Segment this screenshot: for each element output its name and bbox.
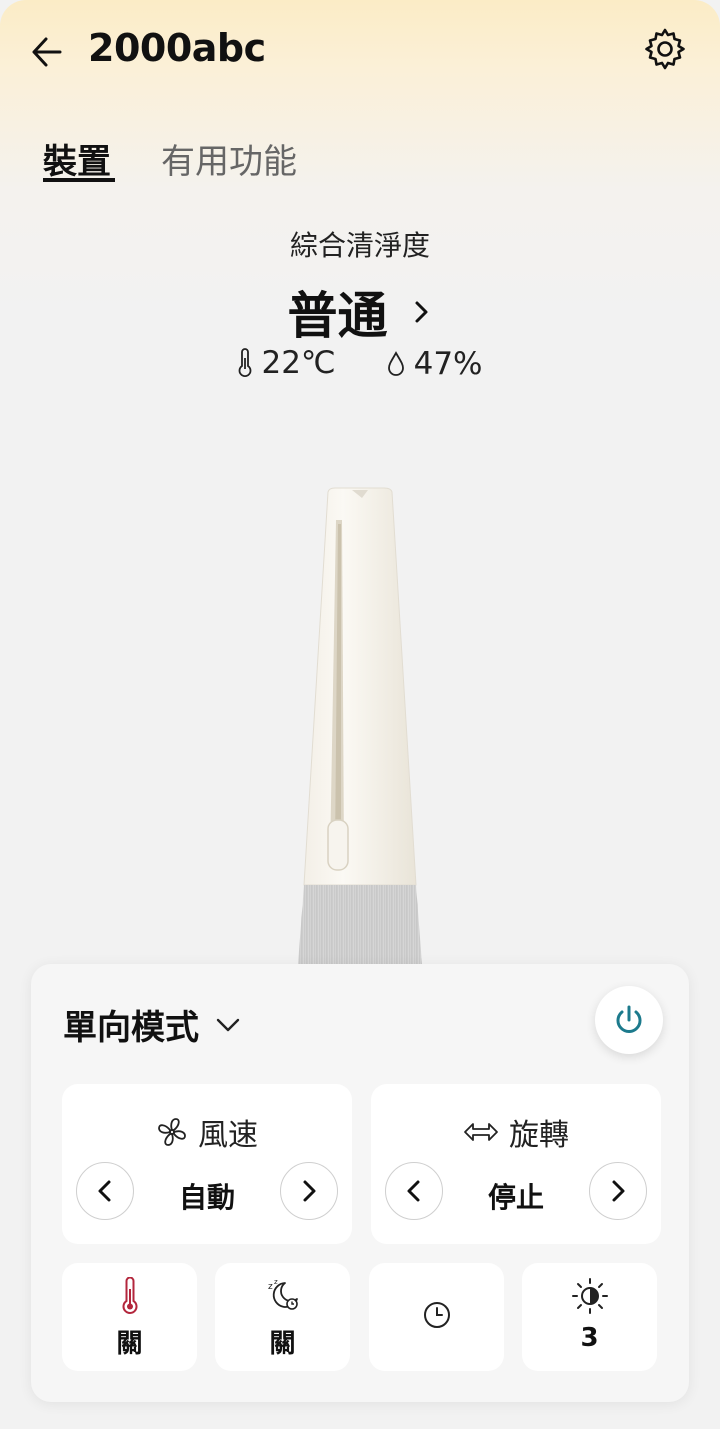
- mode-dropdown[interactable]: 單向模式: [63, 1000, 241, 1049]
- brightness-value: 3: [580, 1323, 599, 1353]
- power-icon: [616, 1005, 642, 1033]
- timer-clock-icon: [423, 1302, 450, 1328]
- sleep-mode-value: 關: [269, 1329, 296, 1359]
- wind-speed-increase-button[interactable]: [280, 1162, 338, 1220]
- temperature-value: 22℃: [261, 345, 336, 381]
- chevron-down-icon: [216, 1018, 240, 1031]
- mode-label: 單向模式: [63, 1008, 199, 1048]
- wind-speed-header: 風速: [62, 1110, 352, 1154]
- sleep-mode-icon-wrap: z z: [215, 1277, 350, 1313]
- sleep-mode-button[interactable]: z z 關: [215, 1263, 350, 1371]
- clean-level-link[interactable]: 普通: [0, 276, 720, 348]
- temperature-reading: 22℃: [237, 345, 336, 381]
- wind-speed-label: 風速: [198, 1118, 258, 1153]
- clean-level-label: 綜合清淨度: [289, 229, 430, 262]
- rotation-increase-button[interactable]: [589, 1162, 647, 1220]
- gear-icon: [645, 28, 685, 70]
- tab-device[interactable]: 裝置: [43, 134, 111, 183]
- humidity-reading: 47%: [386, 346, 483, 382]
- chevron-right-icon: [303, 1180, 316, 1202]
- thermometer-icon: [122, 1277, 137, 1314]
- wind-speed-card: 風速 自動: [62, 1084, 352, 1244]
- rotation-label: 旋轉: [509, 1118, 569, 1153]
- power-button[interactable]: [595, 986, 663, 1054]
- display-brightness-button[interactable]: 3: [522, 1263, 657, 1371]
- thermometer-icon: [239, 348, 252, 377]
- brightness-icon-wrap: [522, 1277, 657, 1315]
- temperature-control-button[interactable]: 關: [62, 1263, 197, 1371]
- water-drop-icon: [387, 351, 404, 376]
- humidity-value: 47%: [413, 346, 483, 382]
- temperature-control-value: 關: [116, 1329, 143, 1359]
- environment-readings: 22℃ 47%: [0, 345, 720, 386]
- page-title: 2000abc: [88, 26, 266, 70]
- temperature-control-icon-wrap: [62, 1277, 197, 1315]
- clean-level-value: 普通: [287, 287, 388, 345]
- rotation-header: 旋轉: [371, 1110, 661, 1154]
- fan-icon: [158, 1118, 186, 1146]
- svg-text:z: z: [268, 1282, 273, 1292]
- settings-button[interactable]: [642, 26, 688, 72]
- chevron-right-icon: [415, 301, 428, 323]
- back-button[interactable]: [28, 30, 68, 74]
- timer-button[interactable]: [369, 1263, 504, 1371]
- control-panel: 單向模式 風速 自動 旋轉 停止 關 z z 關 3: [31, 964, 689, 1402]
- arrows-left-right-icon: [464, 1123, 498, 1141]
- arrow-left-icon: [32, 37, 62, 67]
- sleep-moon-icon: z z: [268, 1278, 298, 1310]
- active-tab-indicator: [43, 178, 115, 182]
- rotation-card: 旋轉 停止: [371, 1084, 661, 1244]
- device-image: [298, 487, 422, 964]
- tab-useful-features[interactable]: 有用功能: [161, 134, 297, 183]
- app-screen: 2000abc 裝置 有用功能 綜合清淨度 普通 22℃ 47% 單向模式 風速…: [0, 0, 720, 1429]
- chevron-right-icon: [612, 1180, 625, 1202]
- timer-icon-wrap: [369, 1299, 504, 1331]
- svg-text:z: z: [274, 1278, 278, 1286]
- brightness-icon: [571, 1278, 608, 1314]
